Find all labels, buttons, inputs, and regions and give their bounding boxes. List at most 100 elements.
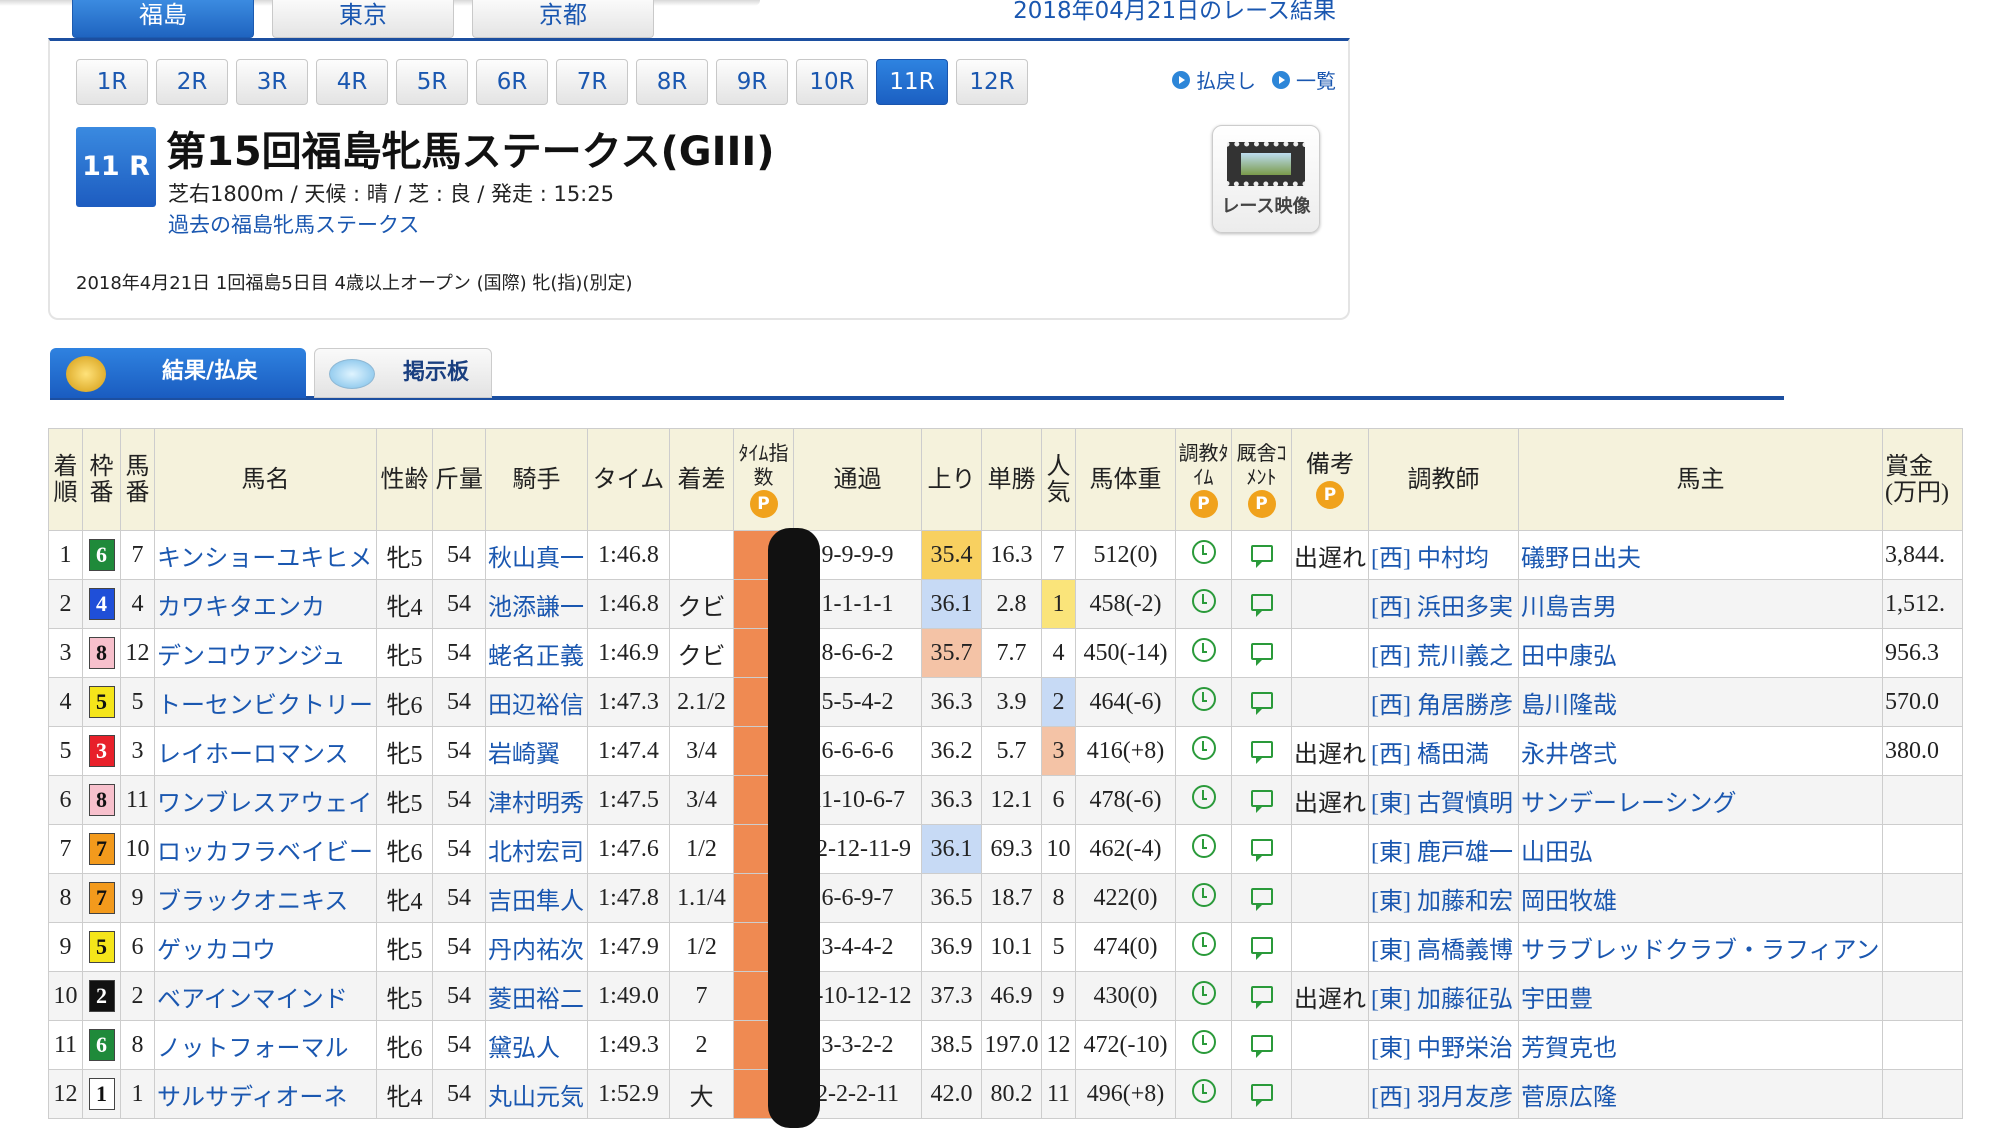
trainer-link[interactable]: [西] 荒川義之 bbox=[1371, 644, 1513, 670]
owner-link[interactable]: 山田弘 bbox=[1521, 840, 1593, 866]
horse-link[interactable]: ノットフォーマル bbox=[157, 1036, 349, 1062]
trainer-link[interactable]: [西] 橋田満 bbox=[1371, 742, 1489, 768]
clock-icon[interactable] bbox=[1191, 588, 1216, 613]
jockey-link[interactable]: 津村明秀 bbox=[488, 791, 584, 817]
premium-p-icon[interactable]: P bbox=[749, 489, 778, 518]
horse-link[interactable]: ワンブレスアウェイ bbox=[157, 791, 372, 817]
trainer-link[interactable]: [西] 中村均 bbox=[1371, 546, 1489, 572]
premium-p-icon[interactable]: P bbox=[1189, 489, 1218, 518]
horse-link[interactable]: デンコウアンジュ bbox=[157, 644, 345, 670]
comment-icon[interactable] bbox=[1250, 593, 1273, 617]
comment-icon[interactable] bbox=[1250, 544, 1273, 568]
jockey-link[interactable]: 吉田隼人 bbox=[488, 889, 584, 915]
tab-results[interactable]: 結果/払戻 bbox=[50, 348, 306, 398]
jockey-link[interactable]: 池添謙一 bbox=[488, 595, 584, 621]
owner-link[interactable]: 川島吉男 bbox=[1521, 595, 1617, 621]
clock-icon[interactable] bbox=[1191, 1029, 1216, 1054]
past-races-link[interactable]: 過去の福島牝馬ステークス bbox=[168, 209, 419, 239]
comment-icon[interactable] bbox=[1250, 887, 1273, 911]
jockey-link[interactable]: 岩崎翼 bbox=[488, 742, 560, 768]
venue-tab-1[interactable]: 福島 bbox=[72, 0, 254, 38]
venue-tab-2[interactable]: 東京 bbox=[272, 0, 454, 38]
trainer-link[interactable]: [西] 浜田多実 bbox=[1371, 595, 1513, 621]
trainer-link[interactable]: [東] 加藤和宏 bbox=[1371, 889, 1513, 915]
race-video-button[interactable]: レース映像 bbox=[1212, 125, 1320, 233]
comment-icon[interactable] bbox=[1250, 740, 1273, 764]
trainer-link[interactable]: [東] 中野栄治 bbox=[1371, 1036, 1513, 1062]
comment-icon[interactable] bbox=[1250, 1034, 1273, 1058]
horse-link[interactable]: ロッカフラベイビー bbox=[157, 840, 373, 866]
owner-link[interactable]: 礒野日出夫 bbox=[1521, 546, 1641, 572]
owner-link[interactable]: サラブレッドクラブ・ラフィアン bbox=[1521, 938, 1880, 964]
horse-link[interactable]: カワキタエンカ bbox=[157, 595, 325, 621]
horse-link[interactable]: ゲッカコウ bbox=[157, 938, 276, 964]
premium-p-icon[interactable]: P bbox=[1247, 489, 1276, 518]
race-button-7[interactable]: 7R bbox=[556, 59, 628, 105]
owner-link[interactable]: 菅原広隆 bbox=[1521, 1085, 1617, 1111]
jockey-link[interactable]: 丸山元気 bbox=[488, 1085, 584, 1111]
header-stable-comment: 厩舎ｺﾒﾝﾄ P bbox=[1231, 428, 1292, 531]
trainer-link[interactable]: [西] 羽月友彦 bbox=[1371, 1085, 1513, 1111]
owner-link[interactable]: 芳賀克也 bbox=[1521, 1036, 1617, 1062]
jockey-link[interactable]: 菱田裕二 bbox=[488, 987, 584, 1013]
tab-board[interactable]: 掲示板 bbox=[314, 348, 492, 398]
comment-icon[interactable] bbox=[1250, 691, 1273, 715]
horse-link[interactable]: キンショーユキヒメ bbox=[157, 546, 372, 572]
clock-icon[interactable] bbox=[1191, 539, 1216, 564]
trainer-link[interactable]: [西] 角居勝彦 bbox=[1371, 693, 1513, 719]
clock-icon[interactable] bbox=[1191, 980, 1216, 1005]
trainer-link[interactable]: [東] 加藤征弘 bbox=[1371, 987, 1513, 1013]
clock-icon[interactable] bbox=[1191, 833, 1216, 858]
race-button-6[interactable]: 6R bbox=[476, 59, 548, 105]
cell-frame: 8 bbox=[82, 775, 121, 825]
owner-link[interactable]: 永井啓弍 bbox=[1521, 742, 1617, 768]
premium-p-icon[interactable]: P bbox=[1316, 480, 1344, 509]
jockey-link[interactable]: 田辺裕信 bbox=[488, 693, 584, 719]
clock-icon[interactable] bbox=[1191, 784, 1216, 809]
jockey-link[interactable]: 丹内祐次 bbox=[488, 938, 584, 964]
clock-icon[interactable] bbox=[1191, 637, 1216, 662]
race-button-2[interactable]: 2R bbox=[156, 59, 228, 105]
race-button-3[interactable]: 3R bbox=[236, 59, 308, 105]
venue-tab-3[interactable]: 京都 bbox=[472, 0, 654, 38]
race-button-12[interactable]: 12R bbox=[956, 59, 1028, 105]
horse-link[interactable]: トーセンビクトリー bbox=[157, 693, 373, 719]
clock-icon[interactable] bbox=[1191, 882, 1216, 907]
race-button-5[interactable]: 5R bbox=[396, 59, 468, 105]
comment-icon[interactable] bbox=[1250, 838, 1273, 862]
horse-link[interactable]: ブラックオニキス bbox=[157, 889, 348, 915]
race-button-11[interactable]: 11R bbox=[876, 59, 948, 105]
comment-icon[interactable] bbox=[1250, 789, 1273, 813]
list-link[interactable]: 一覧 bbox=[1272, 65, 1336, 94]
trainer-link[interactable]: [東] 高橋義博 bbox=[1371, 938, 1513, 964]
jockey-link[interactable]: 蛯名正義 bbox=[488, 644, 584, 670]
horse-link[interactable]: レイホーロマンス bbox=[157, 742, 349, 768]
comment-icon[interactable] bbox=[1250, 936, 1273, 960]
comment-icon[interactable] bbox=[1250, 642, 1273, 666]
comment-icon[interactable] bbox=[1250, 985, 1273, 1009]
clock-icon[interactable] bbox=[1191, 1078, 1216, 1103]
trainer-link[interactable]: [東] 古賀慎明 bbox=[1371, 791, 1513, 817]
race-button-8[interactable]: 8R bbox=[636, 59, 708, 105]
horse-link[interactable]: ベアインマインド bbox=[157, 987, 348, 1013]
owner-link[interactable]: サンデーレーシング bbox=[1521, 791, 1737, 817]
jockey-link[interactable]: 北村宏司 bbox=[488, 840, 584, 866]
comment-icon[interactable] bbox=[1250, 1083, 1273, 1107]
owner-link[interactable]: 田中康弘 bbox=[1521, 644, 1617, 670]
race-button-4[interactable]: 4R bbox=[316, 59, 388, 105]
clock-icon[interactable] bbox=[1191, 735, 1216, 760]
owner-link[interactable]: 宇田豊 bbox=[1521, 987, 1593, 1013]
race-button-1[interactable]: 1R bbox=[76, 59, 148, 105]
horse-link[interactable]: サルサディオーネ bbox=[157, 1085, 347, 1111]
race-button-10[interactable]: 10R bbox=[796, 59, 868, 105]
clock-icon[interactable] bbox=[1191, 931, 1216, 956]
owner-link[interactable]: 島川隆哉 bbox=[1521, 693, 1617, 719]
jockey-link[interactable]: 秋山真一 bbox=[488, 546, 584, 572]
jockey-link[interactable]: 黛弘人 bbox=[488, 1036, 560, 1062]
race-button-9[interactable]: 9R bbox=[716, 59, 788, 105]
trainer-link[interactable]: [東] 鹿戸雄一 bbox=[1371, 840, 1513, 866]
cell-remarks bbox=[1291, 1020, 1369, 1070]
payout-link[interactable]: 払戻し bbox=[1172, 65, 1256, 94]
clock-icon[interactable] bbox=[1191, 686, 1216, 711]
owner-link[interactable]: 岡田牧雄 bbox=[1521, 889, 1617, 915]
